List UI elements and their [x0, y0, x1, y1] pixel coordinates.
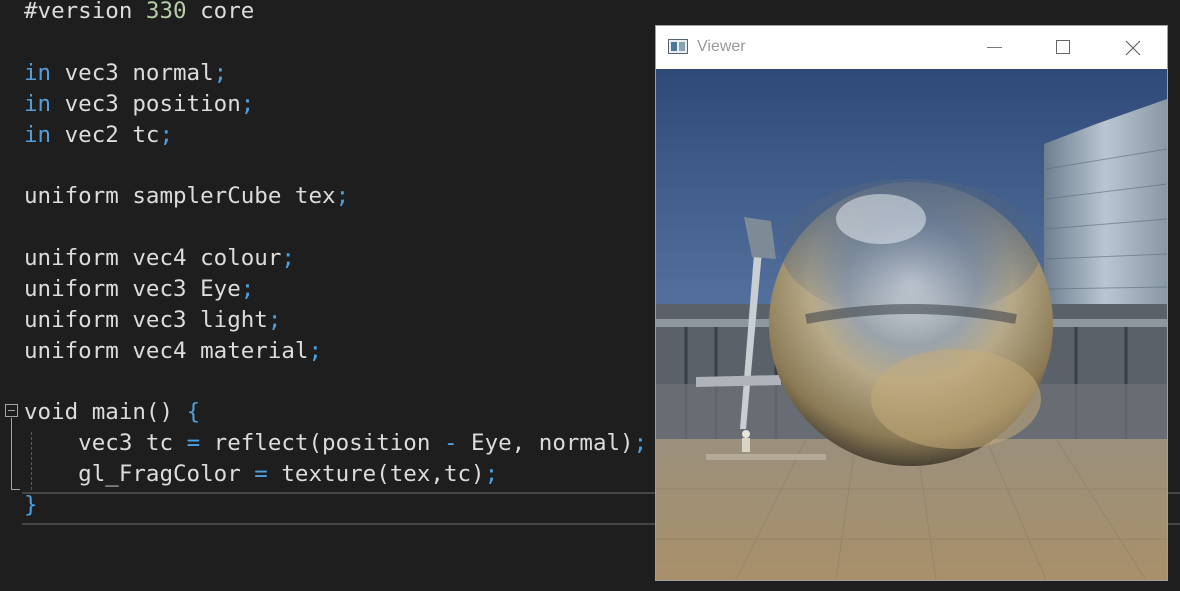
fold-guide-end [11, 489, 20, 490]
code-token: ; [240, 276, 255, 302]
code-token: = [186, 430, 201, 456]
close-icon [1125, 40, 1141, 56]
code-token: vec3 tc [24, 430, 187, 456]
code-line: uniform vec3 Eye; [24, 274, 254, 305]
code-token: } [24, 492, 38, 518]
render-scene [656, 69, 1167, 580]
minimize-button[interactable] [959, 26, 1029, 69]
code-token: #version [24, 0, 146, 24]
code-token: reflect(position [200, 430, 444, 456]
code-token: texture(tex,tc) [267, 461, 485, 487]
code-token: ; [267, 307, 282, 333]
code-token: core [186, 0, 255, 24]
fold-guide [11, 418, 12, 490]
render-canvas[interactable] [656, 69, 1167, 580]
code-line: uniform vec3 light; [24, 305, 281, 336]
viewer-window[interactable]: Viewer [655, 25, 1168, 581]
code-token: ; [281, 245, 295, 271]
code-token: ; [240, 91, 255, 117]
close-button[interactable] [1099, 26, 1169, 69]
code-token: ; [213, 60, 228, 86]
code-token: Eye, normal) [457, 430, 634, 456]
collapse-icon[interactable] [5, 404, 18, 417]
code-token: - [443, 430, 458, 456]
code-token: in [24, 91, 52, 117]
code-line: void main() { [24, 397, 200, 428]
code-token: vec2 tc [51, 122, 160, 148]
maximize-button[interactable] [1029, 26, 1099, 69]
code-token: ; [633, 430, 648, 456]
code-line: in vec3 normal; [24, 58, 227, 89]
minimize-icon [987, 47, 1002, 48]
code-token: ; [159, 122, 174, 148]
code-token: ; [308, 338, 323, 364]
code-token: uniform vec4 colour [24, 245, 282, 271]
code-token: void main() [24, 399, 187, 425]
code-token: ; [335, 183, 350, 209]
code-token: in [24, 60, 52, 86]
code-token: = [254, 461, 268, 487]
code-line: uniform vec4 material; [24, 336, 322, 367]
code-line: } [24, 490, 38, 521]
code-line: #version 330 core [24, 0, 254, 27]
viewer-titlebar[interactable]: Viewer [656, 26, 1167, 69]
code-line: uniform samplerCube tex; [24, 181, 349, 212]
code-token: 330 [145, 0, 187, 24]
code-line: in vec3 position; [24, 89, 254, 120]
code-token: ; [484, 461, 499, 487]
code-token: vec3 position [51, 91, 241, 117]
maximize-icon [1056, 40, 1070, 54]
window-title: Viewer [697, 38, 746, 55]
code-line: uniform vec4 colour; [24, 243, 295, 274]
code-line: vec3 tc = reflect(position - Eye, normal… [24, 428, 647, 459]
code-token: uniform vec3 Eye [24, 276, 241, 302]
code-token: uniform vec4 material [24, 338, 309, 364]
code-token: { [186, 399, 201, 425]
code-line: gl_FragColor = texture(tex,tc); [24, 459, 498, 490]
code-token: in [24, 122, 52, 148]
code-token: vec3 normal [51, 60, 214, 86]
code-token: gl_FragColor [24, 461, 255, 487]
app-window-icon [668, 39, 688, 54]
code-line: in vec2 tc; [24, 120, 173, 151]
code-token: uniform vec3 light [24, 307, 268, 333]
code-token: uniform samplerCube tex [24, 183, 336, 209]
